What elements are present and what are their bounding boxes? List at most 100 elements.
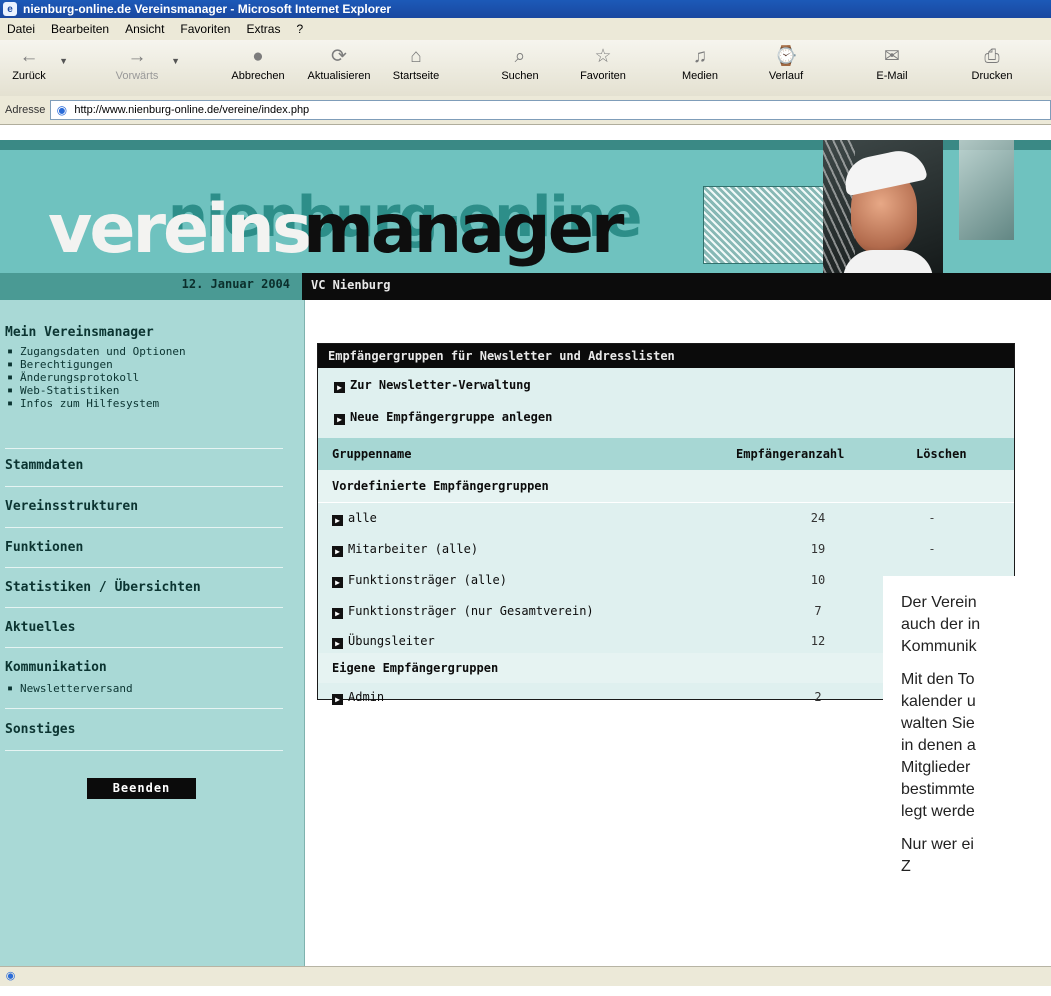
sidebar-item-sonstiges[interactable]: Sonstiges: [5, 722, 75, 737]
menu-favoriten[interactable]: Favoriten: [173, 22, 239, 36]
new-group-link[interactable]: ▶ Neue Empfängergruppe anlegen: [318, 410, 1014, 430]
table-header-row: Gruppenname Empfängeranzahl Löschen: [318, 438, 1014, 470]
sidebar-sub-berechtigungen[interactable]: Berechtigungen: [7, 358, 113, 371]
sidebar-nav: Mein Vereinsmanager Zugangsdaten und Opt…: [0, 300, 305, 985]
search-icon: ⌕: [514, 46, 526, 67]
print-button[interactable]: ⎙ Drucken: [962, 44, 1022, 92]
section-predefined-groups: Vordefinierte Empfängergruppen: [318, 470, 1014, 503]
arrow-right-icon: ▶: [332, 577, 343, 588]
sidebar-sub-hilfesystem[interactable]: Infos zum Hilfesystem: [7, 397, 159, 410]
arrow-right-icon: ▶: [334, 414, 345, 425]
arrow-right-icon: ▶: [332, 515, 343, 526]
sidebar-item-vereinsstrukturen[interactable]: Vereinsstrukturen: [5, 499, 138, 514]
home-icon: ⌂: [410, 46, 422, 67]
divider: [5, 607, 283, 608]
media-button[interactable]: ♫ Medien: [672, 44, 728, 92]
print-icon: ⎙: [984, 46, 1000, 67]
current-date: 12. Januar 2004: [181, 277, 290, 291]
col-header-name: Gruppenname: [332, 447, 412, 461]
menu-help[interactable]: ?: [289, 22, 312, 36]
menu-bar: Datei Bearbeiten Ansicht Favoriten Extra…: [0, 18, 1051, 41]
group-name: Funktionsträger (alle): [348, 573, 507, 587]
address-bar: Adresse ◉ http://www.nienburg-online.de/…: [0, 96, 1051, 125]
arrow-right-icon: ▶: [334, 382, 345, 393]
overlay-paragraph-3: Nur wer ei Z: [901, 836, 974, 875]
sidebar-item-mein-vereinsmanager[interactable]: Mein Vereinsmanager: [5, 325, 154, 340]
group-count: 7: [814, 604, 822, 618]
sidebar-sub-zugangsdaten[interactable]: Zugangsdaten und Optionen: [7, 345, 186, 358]
overlay-paragraph-2: Mit den To kalender u walten Sie in dene…: [901, 671, 976, 820]
article-text-overlay: Der Verein auch der in Kommunik Mit den …: [883, 576, 1051, 996]
racket-strings-image: [703, 186, 830, 264]
history-button[interactable]: ⌚ Verlauf: [758, 44, 814, 92]
menu-ansicht[interactable]: Ansicht: [118, 22, 173, 36]
group-name: Übungsleiter: [348, 634, 435, 648]
newsletter-admin-link[interactable]: ▶ Zur Newsletter-Verwaltung: [318, 378, 1014, 398]
menu-bearbeiten[interactable]: Bearbeiten: [44, 22, 118, 36]
divider: [5, 647, 283, 648]
tennis-player-photo: [823, 140, 943, 273]
col-header-count: Empfängeranzahl: [736, 447, 845, 461]
panel-title: Empfängergruppen für Newsletter und Adre…: [318, 344, 1014, 368]
sidebar-item-kommunikation[interactable]: Kommunikation: [5, 660, 107, 675]
address-url: http://www.nienburg-online.de/vereine/in…: [74, 104, 310, 116]
favorites-icon: ☆: [594, 46, 612, 67]
sidebar-item-stammdaten[interactable]: Stammdaten: [5, 458, 83, 473]
club-bar: [302, 273, 1051, 300]
chevron-down-icon[interactable]: ▼: [59, 56, 68, 66]
back-button[interactable]: ← Zurück ▼: [4, 44, 68, 92]
arrow-right-icon: ▶: [332, 608, 343, 619]
arrow-right-icon: ▶: [332, 546, 343, 557]
stop-button[interactable]: ● Abbrechen: [226, 44, 290, 92]
forward-arrow-icon: →: [127, 46, 147, 67]
logout-button[interactable]: Beenden: [87, 778, 196, 799]
chevron-down-icon[interactable]: ▼: [171, 56, 180, 66]
sidebar-item-statistiken[interactable]: Statistiken / Übersichten: [5, 580, 201, 595]
arrow-right-icon: ▶: [332, 694, 343, 705]
menu-datei[interactable]: Datei: [0, 22, 44, 36]
logo-manager: manager: [303, 190, 624, 269]
group-count: 19: [810, 542, 826, 556]
sidebar-sub-aenderungsprotokoll[interactable]: Änderungsprotokoll: [7, 371, 139, 384]
address-input[interactable]: ◉ http://www.nienburg-online.de/vereine/…: [50, 100, 1051, 120]
sidebar-sub-newsletterversand[interactable]: Newsletterversand: [7, 682, 133, 695]
group-count: 10: [810, 573, 826, 587]
table-row[interactable]: ▶ alle 24 -: [318, 507, 1014, 529]
divider: [5, 527, 283, 528]
media-icon: ♫: [692, 46, 708, 67]
divider: [5, 486, 283, 487]
sidebar-item-aktuelles[interactable]: Aktuelles: [5, 620, 75, 635]
group-name: Mitarbeiter (alle): [348, 542, 479, 556]
favorites-button[interactable]: ☆ Favoriten: [572, 44, 634, 92]
address-label: Adresse: [5, 104, 46, 116]
group-delete: -: [928, 542, 936, 556]
history-icon: ⌚: [774, 46, 798, 67]
search-button[interactable]: ⌕ Suchen: [492, 44, 548, 92]
back-arrow-icon: ←: [19, 46, 39, 67]
window-titlebar: e nienburg-online.de Vereinsmanager - Mi…: [0, 0, 1051, 18]
divider: [5, 448, 283, 449]
club-name: VC Nienburg: [311, 278, 391, 292]
stop-icon: ●: [252, 46, 264, 67]
group-count: 24: [810, 511, 826, 525]
group-name: Admin: [348, 690, 385, 704]
window-title: nienburg-online.de Vereinsmanager - Micr…: [23, 2, 392, 16]
overlay-paragraph-1: Der Verein auch der in Kommunik: [901, 594, 981, 655]
sidebar-item-funktionen[interactable]: Funktionen: [5, 540, 83, 555]
refresh-button[interactable]: ⟳ Aktualisieren: [300, 44, 378, 92]
home-button[interactable]: ⌂ Startseite: [386, 44, 446, 92]
mail-icon: ✉: [884, 46, 900, 67]
menu-extras[interactable]: Extras: [239, 22, 289, 36]
arrow-right-icon: ▶: [332, 638, 343, 649]
sidebar-sub-web-statistiken[interactable]: Web-Statistiken: [7, 384, 119, 397]
ie-logo-icon: e: [3, 2, 17, 16]
mail-button[interactable]: ✉ E-Mail: [866, 44, 918, 92]
forward-button[interactable]: → Vorwärts ▼: [108, 44, 180, 92]
divider: [5, 708, 283, 709]
col-header-delete: Löschen: [916, 447, 967, 461]
refresh-icon: ⟳: [331, 46, 347, 67]
table-row[interactable]: ▶ Mitarbeiter (alle) 19 -: [318, 538, 1014, 560]
logo-vereins: vereins: [48, 190, 312, 269]
group-name: Funktionsträger (nur Gesamtverein): [348, 604, 594, 618]
browser-toolbar: ← Zurück ▼ → Vorwärts ▼ ● Abbrechen ⟳ Ak…: [0, 40, 1051, 97]
